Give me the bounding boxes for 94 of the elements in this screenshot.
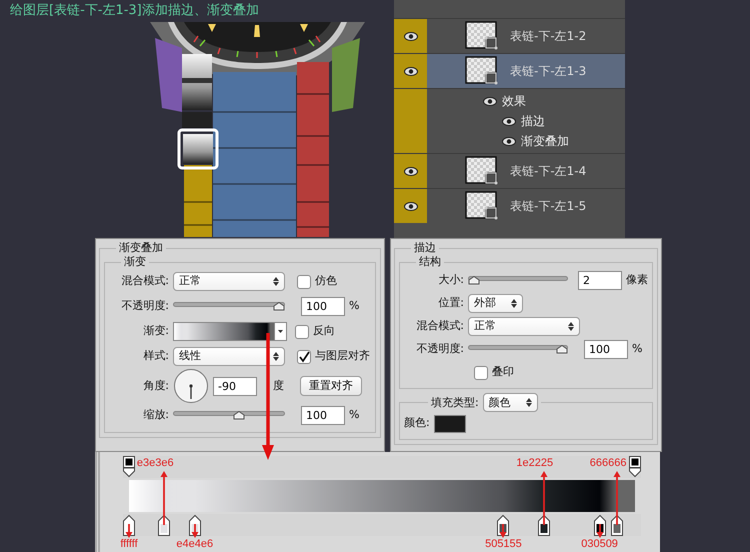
blend-mode-select[interactable]: 正常: [468, 317, 580, 336]
eye-icon[interactable]: [404, 202, 418, 210]
layer-row[interactable]: 表链-下-左1-2: [394, 18, 625, 53]
updown-icon: [511, 299, 517, 308]
checkbox-label: 叠印: [492, 364, 514, 380]
effects-label: 效果: [502, 93, 526, 110]
field-label: 混合模式:: [120, 273, 169, 290]
color-swatch[interactable]: [434, 414, 466, 432]
updown-icon: [273, 277, 279, 286]
updown-icon: [568, 322, 574, 331]
unit-label: %: [349, 298, 360, 314]
layer-name: 表链-下-左1-4: [510, 163, 586, 180]
field-label: 颜色:: [404, 415, 430, 432]
checkbox[interactable]: [297, 350, 311, 364]
layer-row[interactable]: 表链-下-左1-5: [394, 188, 625, 223]
opacity-input[interactable]: 100: [301, 297, 345, 316]
slider[interactable]: [468, 344, 568, 355]
field-label: 不透明度:: [415, 341, 464, 358]
checkbox-label: 仿色: [315, 273, 337, 290]
layer-row[interactable]: 表链-下-左1-4: [394, 153, 625, 188]
effect-name[interactable]: 描边: [521, 112, 545, 130]
opacity-input[interactable]: 100: [584, 340, 628, 359]
eye-icon[interactable]: [502, 116, 516, 126]
size-input[interactable]: 2: [578, 271, 622, 290]
field-label: 缩放:: [142, 407, 169, 424]
eye-icon[interactable]: [483, 96, 497, 106]
annotation-label: 666666: [590, 457, 626, 470]
blend-mode-select[interactable]: 正常: [173, 272, 285, 291]
color-stop-rail[interactable]: [123, 514, 641, 536]
annotation-arrow: [499, 524, 508, 538]
layer-row[interactable]: 表链-下-左1-3: [394, 53, 625, 88]
updown-icon: [526, 398, 532, 407]
caret-icon: [278, 330, 283, 333]
slider[interactable]: [173, 301, 285, 312]
annotation-arrow: [540, 471, 548, 525]
reset-button[interactable]: 重置对齐: [300, 376, 362, 396]
checkbox[interactable]: [474, 366, 488, 380]
annotation-label: e3e3e6: [136, 457, 174, 470]
dropdown-button[interactable]: [275, 322, 287, 341]
field-label: 样式:: [142, 348, 169, 364]
field-label: 大小:: [437, 272, 464, 288]
caption-text: 给图层[表链-下-左1-3]添加描边、渐变叠加: [9, 2, 260, 19]
color-stop[interactable]: [611, 514, 624, 536]
checkbox[interactable]: [297, 274, 311, 288]
slider[interactable]: [468, 275, 568, 286]
annotation-label: e4e4e6: [176, 538, 214, 551]
layer-name: 表链-下-左1-3: [510, 63, 586, 80]
group-title: 渐变: [123, 255, 147, 269]
annotation-label: ffffff: [120, 538, 138, 551]
field-label: 混合模式:: [415, 318, 464, 334]
annotation-label: 505155: [485, 538, 522, 551]
annotation-label: 1e2225: [516, 457, 554, 470]
unit-label: 像素: [626, 272, 648, 288]
annotation-arrow: [125, 524, 133, 538]
angle-dial[interactable]: [173, 368, 209, 404]
opacity-stop-rail[interactable]: [123, 456, 641, 478]
style-select[interactable]: 线性: [173, 347, 285, 366]
eye-icon[interactable]: [404, 32, 418, 40]
unit-label: 度: [273, 378, 284, 394]
opacity-stop[interactable]: [123, 456, 135, 478]
annotation-arrow: [160, 471, 168, 525]
eye-icon[interactable]: [404, 66, 418, 76]
field-label: 渐变:: [142, 323, 169, 340]
layer-name: 表链-下-左1-5: [510, 198, 586, 215]
field-label: 位置:: [437, 295, 464, 312]
annotation-arrow: [596, 524, 604, 538]
section-title: 描边: [413, 241, 437, 255]
slider[interactable]: [173, 410, 285, 421]
unit-label: %: [632, 341, 642, 358]
effect-name[interactable]: 渐变叠加: [521, 132, 569, 150]
checkbox[interactable]: [295, 324, 309, 338]
field-label: 不透明度:: [120, 298, 169, 314]
annotation-arrow: [190, 524, 199, 538]
color-stop[interactable]: [158, 514, 170, 536]
field-label: 角度:: [142, 378, 169, 394]
opacity-stop[interactable]: [629, 456, 641, 478]
angle-input[interactable]: -90: [213, 376, 257, 396]
field-label: 填充类型:: [431, 396, 479, 410]
color-stop[interactable]: [538, 514, 550, 536]
annotation-label: 030509: [581, 538, 618, 551]
updown-icon: [273, 352, 279, 361]
annotation-arrow: [613, 471, 622, 525]
group-title: 结构: [418, 255, 442, 269]
checkbox-label: 与图层对齐: [315, 348, 370, 364]
unit-label: %: [349, 407, 360, 424]
eye-icon[interactable]: [502, 136, 516, 146]
eye-icon[interactable]: [404, 166, 418, 176]
scale-input[interactable]: 100: [301, 406, 345, 425]
checkbox-label: 反向: [313, 323, 335, 340]
layer-name: 表链-下-左1-2: [510, 28, 586, 45]
position-select[interactable]: 外部: [468, 294, 523, 313]
gradient-swatch[interactable]: [173, 322, 275, 341]
fill-type-select[interactable]: 颜色: [482, 393, 538, 412]
section-title: 渐变叠加: [118, 241, 164, 255]
